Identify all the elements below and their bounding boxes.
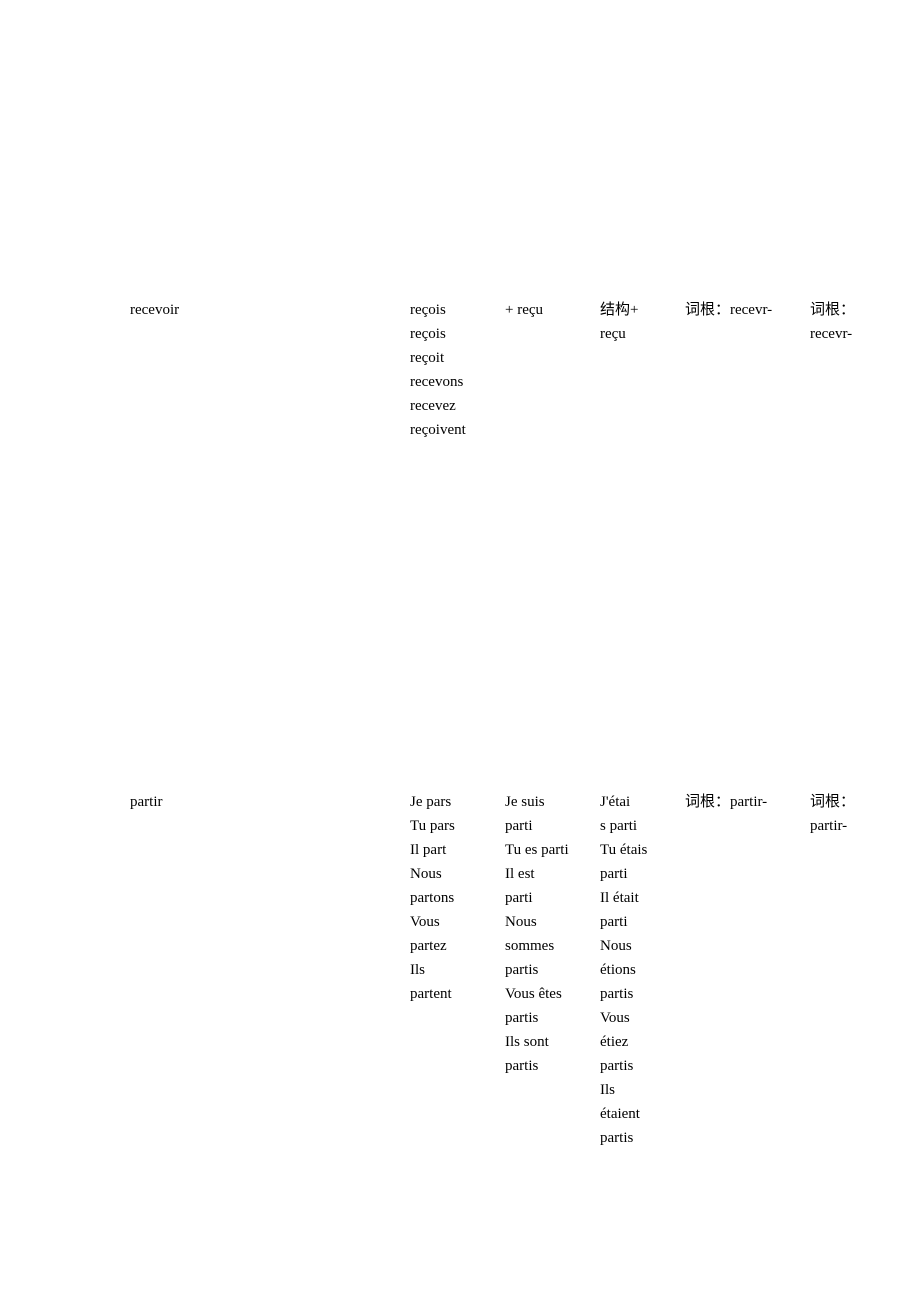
imparfait-cell: 词根：partir- [685, 790, 800, 814]
futur-cell: 词根： recevr- [810, 298, 890, 346]
present-cell: Je pars Tu pars Il part Nous partons Vou… [410, 790, 500, 1006]
present-cell: reçois reçois reçoit recevons recevez re… [410, 298, 500, 442]
imparfait-cell: 词根：recevr- [685, 298, 800, 322]
verb-cell: recevoir [130, 298, 410, 322]
verb-cell: partir [130, 790, 410, 814]
plus-cell: 结构+ reçu [600, 298, 685, 346]
futur-cell: 词根： partir- [810, 790, 890, 838]
passe-cell: Je suis parti Tu es parti Il est parti N… [505, 790, 595, 1078]
passe-cell: + reçu [505, 298, 595, 322]
plus-cell: J'étai s parti Tu étais parti Il était p… [600, 790, 685, 1150]
